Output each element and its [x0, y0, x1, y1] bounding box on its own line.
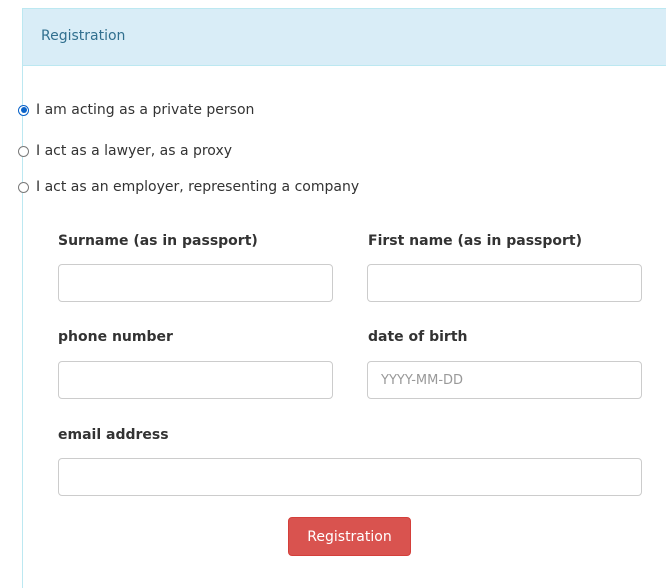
radio-private-person[interactable]: I am acting as a private person — [18, 102, 254, 118]
panel-title: Registration — [41, 28, 126, 44]
email-input[interactable] — [58, 458, 642, 496]
first-name-input[interactable] — [367, 264, 642, 302]
radio-label: I act as a lawyer, as a proxy — [36, 143, 233, 159]
radio-lawyer-proxy[interactable]: I act as a lawyer, as a proxy — [18, 143, 232, 159]
radio-checked-icon[interactable] — [18, 104, 29, 116]
dob-input[interactable] — [367, 361, 642, 399]
email-label: email address — [58, 427, 169, 443]
radio-unchecked-icon[interactable] — [18, 145, 29, 157]
phone-label: phone number — [58, 329, 173, 345]
dob-label: date of birth — [368, 329, 468, 345]
radio-label: I am acting as a private person — [36, 102, 255, 118]
panel-heading: Registration — [23, 9, 666, 66]
registration-button[interactable]: Registration — [288, 517, 411, 556]
surname-label: Surname (as in passport) — [58, 233, 258, 249]
first-name-label: First name (as in passport) — [368, 233, 582, 249]
radio-label: I act as an employer, representing a com… — [36, 179, 360, 195]
radio-employer-company[interactable]: I act as an employer, representing a com… — [18, 179, 359, 195]
phone-input[interactable] — [58, 361, 333, 399]
radio-unchecked-icon[interactable] — [18, 181, 29, 193]
surname-input[interactable] — [58, 264, 333, 302]
